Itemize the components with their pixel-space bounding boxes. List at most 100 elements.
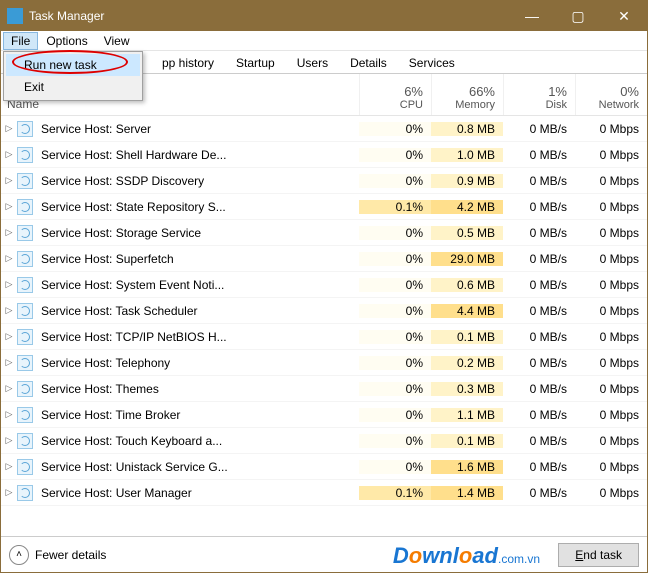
cell-disk: 0 MB/s: [503, 408, 575, 422]
cell-cpu: 0%: [359, 304, 431, 318]
process-name: Service Host: TCP/IP NetBIOS H...: [39, 330, 359, 344]
cell-cpu: 0%: [359, 148, 431, 162]
cell-memory: 0.1 MB: [431, 330, 503, 344]
service-icon: [17, 459, 33, 475]
cell-memory: 29.0 MB: [431, 252, 503, 266]
tab-details[interactable]: Details: [339, 52, 398, 73]
cell-cpu: 0.1%: [359, 486, 431, 500]
process-name: Service Host: Unistack Service G...: [39, 460, 359, 474]
cell-network: 0 Mbps: [575, 330, 647, 344]
tab-services[interactable]: Services: [398, 52, 466, 73]
minimize-button[interactable]: —: [509, 1, 555, 31]
process-row[interactable]: ▷Service Host: Storage Service0%0.5 MB0 …: [1, 220, 647, 246]
cell-network: 0 Mbps: [575, 304, 647, 318]
process-row[interactable]: ▷Service Host: Touch Keyboard a...0%0.1 …: [1, 428, 647, 454]
process-row[interactable]: ▷Service Host: Telephony0%0.2 MB0 MB/s0 …: [1, 350, 647, 376]
expand-icon[interactable]: ▷: [1, 383, 17, 394]
process-row[interactable]: ▷Service Host: Unistack Service G...0%1.…: [1, 454, 647, 480]
service-icon: [17, 303, 33, 319]
expand-icon[interactable]: ▷: [1, 305, 17, 316]
close-button[interactable]: ✕: [601, 1, 647, 31]
expand-icon[interactable]: ▷: [1, 409, 17, 420]
expand-icon[interactable]: ▷: [1, 357, 17, 368]
file-dropdown-menu: Run new task Exit: [3, 51, 143, 101]
cell-network: 0 Mbps: [575, 486, 647, 500]
cell-disk: 0 MB/s: [503, 382, 575, 396]
tab-startup[interactable]: Startup: [225, 52, 286, 73]
process-row[interactable]: ▷Service Host: Superfetch0%29.0 MB0 MB/s…: [1, 246, 647, 272]
cell-memory: 4.2 MB: [431, 200, 503, 214]
process-row[interactable]: ▷Service Host: Task Scheduler0%4.4 MB0 M…: [1, 298, 647, 324]
process-name: Service Host: Storage Service: [39, 226, 359, 240]
fewer-details-button[interactable]: ˄ Fewer details: [9, 545, 106, 565]
menu-options[interactable]: Options: [38, 32, 95, 50]
header-cpu[interactable]: 6% CPU: [359, 74, 431, 115]
service-icon: [17, 251, 33, 267]
process-row[interactable]: ▷Service Host: Themes0%0.3 MB0 MB/s0 Mbp…: [1, 376, 647, 402]
cell-disk: 0 MB/s: [503, 252, 575, 266]
cell-disk: 0 MB/s: [503, 486, 575, 500]
expand-icon[interactable]: ▷: [1, 227, 17, 238]
expand-icon[interactable]: ▷: [1, 487, 17, 498]
expand-icon[interactable]: ▷: [1, 175, 17, 186]
window-title: Task Manager: [29, 9, 509, 23]
expand-icon[interactable]: ▷: [1, 123, 17, 134]
menu-file[interactable]: File: [3, 32, 38, 50]
app-icon: [7, 8, 23, 24]
process-row[interactable]: ▷Service Host: Server0%0.8 MB0 MB/s0 Mbp…: [1, 116, 647, 142]
expand-icon[interactable]: ▷: [1, 461, 17, 472]
service-icon: [17, 433, 33, 449]
expand-icon[interactable]: ▷: [1, 149, 17, 160]
expand-icon[interactable]: ▷: [1, 253, 17, 264]
process-row[interactable]: ▷Service Host: Shell Hardware De...0%1.0…: [1, 142, 647, 168]
cell-network: 0 Mbps: [575, 408, 647, 422]
cell-network: 0 Mbps: [575, 460, 647, 474]
cell-memory: 0.1 MB: [431, 434, 503, 448]
service-icon: [17, 225, 33, 241]
process-name: Service Host: Shell Hardware De...: [39, 148, 359, 162]
process-name: Service Host: Server: [39, 122, 359, 136]
service-icon: [17, 355, 33, 371]
cell-memory: 0.3 MB: [431, 382, 503, 396]
service-icon: [17, 381, 33, 397]
maximize-button[interactable]: ▢: [555, 1, 601, 31]
process-name: Service Host: Telephony: [39, 356, 359, 370]
expand-icon[interactable]: ▷: [1, 331, 17, 342]
process-row[interactable]: ▷Service Host: Time Broker0%1.1 MB0 MB/s…: [1, 402, 647, 428]
header-network[interactable]: 0% Network: [575, 74, 647, 115]
menu-view[interactable]: View: [96, 32, 138, 50]
service-icon: [17, 329, 33, 345]
tab-users[interactable]: Users: [286, 52, 339, 73]
cell-disk: 0 MB/s: [503, 434, 575, 448]
end-task-button[interactable]: End task: [558, 543, 639, 567]
header-disk[interactable]: 1% Disk: [503, 74, 575, 115]
cell-disk: 0 MB/s: [503, 148, 575, 162]
process-name: Service Host: Touch Keyboard a...: [39, 434, 359, 448]
titlebar[interactable]: Task Manager — ▢ ✕: [1, 1, 647, 31]
menu-exit[interactable]: Exit: [6, 76, 140, 98]
cell-disk: 0 MB/s: [503, 122, 575, 136]
process-name: Service Host: Time Broker: [39, 408, 359, 422]
expand-icon[interactable]: ▷: [1, 279, 17, 290]
service-icon: [17, 485, 33, 501]
menu-run-new-task[interactable]: Run new task: [6, 54, 140, 76]
process-row[interactable]: ▷Service Host: User Manager0.1%1.4 MB0 M…: [1, 480, 647, 506]
tab-app-history[interactable]: pp history: [151, 52, 225, 73]
cell-disk: 0 MB/s: [503, 278, 575, 292]
cell-memory: 0.8 MB: [431, 122, 503, 136]
cell-memory: 0.6 MB: [431, 278, 503, 292]
process-row[interactable]: ▷Service Host: State Repository S...0.1%…: [1, 194, 647, 220]
cell-memory: 1.1 MB: [431, 408, 503, 422]
cell-network: 0 Mbps: [575, 174, 647, 188]
cell-network: 0 Mbps: [575, 356, 647, 370]
expand-icon[interactable]: ▷: [1, 201, 17, 212]
process-row[interactable]: ▷Service Host: SSDP Discovery0%0.9 MB0 M…: [1, 168, 647, 194]
header-memory[interactable]: 66% Memory: [431, 74, 503, 115]
process-row[interactable]: ▷Service Host: TCP/IP NetBIOS H...0%0.1 …: [1, 324, 647, 350]
watermark: Download.com.vn: [393, 543, 540, 569]
cell-disk: 0 MB/s: [503, 460, 575, 474]
cell-memory: 0.5 MB: [431, 226, 503, 240]
cell-network: 0 Mbps: [575, 278, 647, 292]
process-row[interactable]: ▷Service Host: System Event Noti...0%0.6…: [1, 272, 647, 298]
expand-icon[interactable]: ▷: [1, 435, 17, 446]
